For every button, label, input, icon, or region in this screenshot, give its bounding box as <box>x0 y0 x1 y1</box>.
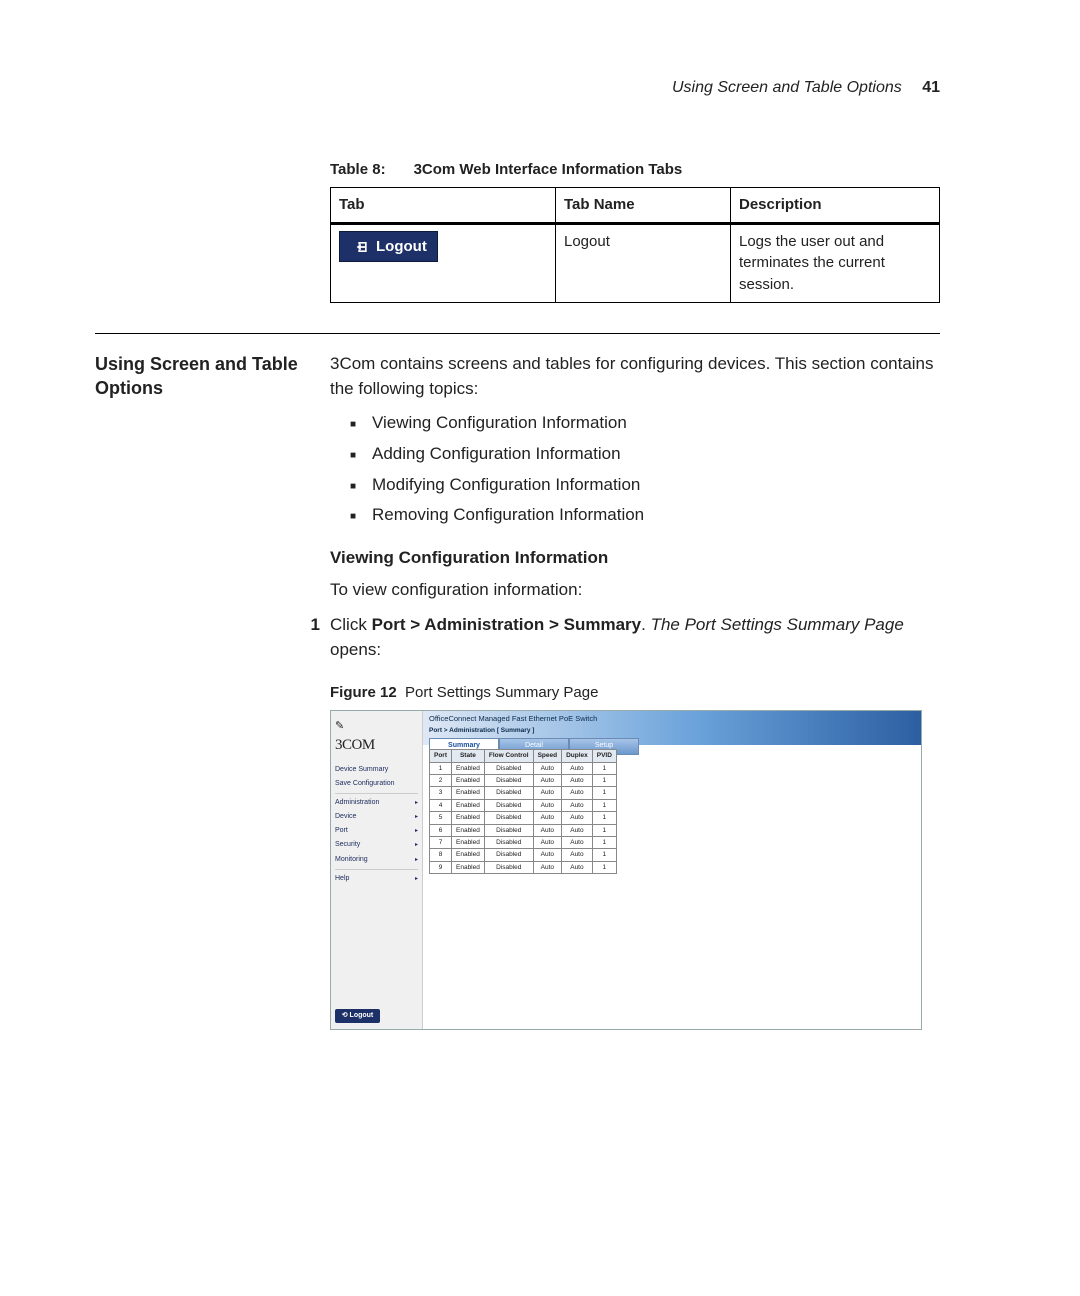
table-row[interactable]: 4EnabledDisabledAutoAuto1 <box>430 799 617 811</box>
port-settings-table: PortStateFlow ControlSpeedDuplexPVID 1En… <box>429 749 617 874</box>
chevron-right-icon <box>415 840 418 850</box>
topics-list: Viewing Configuration Information Adding… <box>350 411 940 528</box>
page-number: 41 <box>922 79 940 96</box>
table-label: Table 8: <box>330 161 386 178</box>
table-caption: Table 8: 3Com Web Interface Information T… <box>330 159 940 181</box>
shot-sidebar: ✎3COM Device Summary Save Configuration … <box>331 711 423 1029</box>
three-com-logo: ✎3COM <box>335 717 418 763</box>
table-row[interactable]: 2EnabledDisabledAutoAuto1 <box>430 774 617 786</box>
col-description: Description <box>731 187 940 223</box>
port-settings-screenshot: ✎3COM Device Summary Save Configuration … <box>330 710 922 1030</box>
sidebar-item-port[interactable]: Port <box>335 824 418 838</box>
table-row[interactable]: 7EnabledDisabledAutoAuto1 <box>430 837 617 849</box>
info-tabs-table: Tab Tab Name Description Logout Logout L… <box>330 187 940 303</box>
sidebar-logout-button[interactable]: ⟲ Logout <box>335 1009 380 1023</box>
grid-header: Port <box>430 750 452 762</box>
list-item: Viewing Configuration Information <box>350 411 940 436</box>
table-row[interactable]: 8EnabledDisabledAutoAuto1 <box>430 849 617 861</box>
table-row[interactable]: 9EnabledDisabledAutoAuto1 <box>430 861 617 873</box>
shot-main: OfficeConnect Managed Fast Ethernet PoE … <box>423 711 921 1029</box>
table-row[interactable]: 3EnabledDisabledAutoAuto1 <box>430 787 617 799</box>
logout-pill-text: Logout <box>376 236 427 258</box>
grid-header: Flow Control <box>484 750 533 762</box>
grid-header: State <box>452 750 485 762</box>
sidebar-item-monitoring[interactable]: Monitoring <box>335 853 418 867</box>
grid-header: Duplex <box>562 750 593 762</box>
table-row: Logout Logout Logs the user out and term… <box>331 223 940 302</box>
list-item: Adding Configuration Information <box>350 442 940 467</box>
figure-title: Port Settings Summary Page <box>405 684 598 701</box>
grid-header: Speed <box>533 750 562 762</box>
list-item: Modifying Configuration Information <box>350 473 940 498</box>
table-row[interactable]: 1EnabledDisabledAutoAuto1 <box>430 762 617 774</box>
chevron-right-icon <box>415 812 418 822</box>
col-tab: Tab <box>331 187 556 223</box>
figure-label: Figure 12 <box>330 684 397 701</box>
sidebar-item-security[interactable]: Security <box>335 838 418 852</box>
running-title: Using Screen and Table Options <box>672 79 902 96</box>
chevron-right-icon <box>415 874 418 884</box>
col-tab-name: Tab Name <box>556 187 731 223</box>
list-item: Removing Configuration Information <box>350 503 940 528</box>
sidebar-item-device-summary[interactable]: Device Summary <box>335 763 418 777</box>
table-row[interactable]: 6EnabledDisabledAutoAuto1 <box>430 824 617 836</box>
section-heading: Using Screen and Table Options <box>95 352 298 1030</box>
sidebar-item-device[interactable]: Device <box>335 810 418 824</box>
subsection-intro: To view configuration information: <box>330 578 940 603</box>
chevron-right-icon <box>415 855 418 865</box>
step-number: 1 <box>306 613 320 662</box>
running-header: Using Screen and Table Options 41 <box>95 76 940 99</box>
sidebar-item-help[interactable]: Help <box>335 872 418 886</box>
table-title: 3Com Web Interface Information Tabs <box>414 161 683 178</box>
grid-header: PVID <box>592 750 616 762</box>
cell-tab-name: Logout <box>556 223 731 302</box>
subsection-heading: Viewing Configuration Information <box>330 546 940 571</box>
sidebar-item-administration[interactable]: Administration <box>335 796 418 810</box>
device-title: OfficeConnect Managed Fast Ethernet PoE … <box>429 714 915 725</box>
section-intro: 3Com contains screens and tables for con… <box>330 352 940 401</box>
sidebar-item-save-configuration[interactable]: Save Configuration <box>335 777 418 791</box>
logout-icon <box>350 239 370 255</box>
logout-tab-pill: Logout <box>339 231 438 263</box>
table-row[interactable]: 5EnabledDisabledAutoAuto1 <box>430 812 617 824</box>
cell-description: Logs the user out and terminates the cur… <box>731 223 940 302</box>
section-divider <box>95 333 940 334</box>
step-text: Click Port > Administration > Summary. T… <box>330 613 940 662</box>
chevron-right-icon <box>415 826 418 836</box>
chevron-right-icon <box>415 798 418 808</box>
step-1: 1 Click Port > Administration > Summary.… <box>330 613 940 662</box>
breadcrumb: Port > Administration [ Summary ] <box>429 726 915 735</box>
figure-caption: Figure 12 Port Settings Summary Page <box>330 682 940 704</box>
